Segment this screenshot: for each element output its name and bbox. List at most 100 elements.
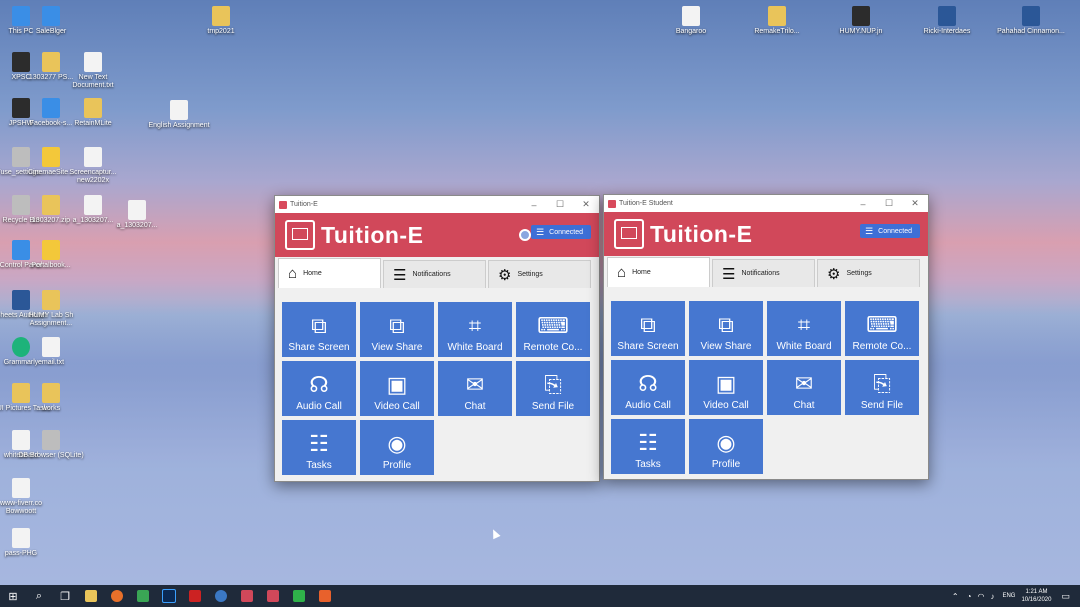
remote-co-button[interactable]: ⌨ Remote Co... xyxy=(845,301,919,356)
desktop-icon-label: English Assignment xyxy=(148,122,210,129)
desktop-icon[interactable]: Ricki-Interdaes xyxy=(912,6,982,36)
firefox-icon[interactable] xyxy=(104,585,130,607)
network-icon[interactable]: ◔ xyxy=(967,592,972,601)
pc-file-icon xyxy=(42,6,60,26)
chat-button[interactable]: ✉ Chat xyxy=(438,361,512,416)
desktop-icon[interactable]: Portalbook... xyxy=(16,240,86,270)
camtasia-icon[interactable] xyxy=(286,585,312,607)
tab-home[interactable]: ⌂ Home xyxy=(607,257,710,287)
folder-file-icon xyxy=(212,6,230,26)
desktop-icon[interactable]: Screencaptur... new2202x xyxy=(58,147,128,185)
audio-call-button[interactable]: ☊ Audio Call xyxy=(282,361,356,416)
send-file-button[interactable]: ⎘ Send File xyxy=(516,361,590,416)
tab-notifications[interactable]: ☰ Notifications xyxy=(383,260,486,288)
maximize-icon[interactable]: ☐ xyxy=(876,198,902,209)
task-view-icon[interactable]: ❐ xyxy=(52,585,78,607)
start-button[interactable]: ⊞ xyxy=(0,585,26,607)
tasks-button[interactable]: ☷ Tasks xyxy=(611,419,685,474)
tab-label: Home xyxy=(303,270,322,277)
white-board-button[interactable]: ⌗ White Board xyxy=(767,301,841,356)
chat-icon: ✉ xyxy=(465,372,485,397)
feature-grid: ⧉ Share Screen ⧉ View Share ⌗ White Board ⌨ Rem… xyxy=(611,301,919,474)
desktop-icon-label: pass-PHG xyxy=(4,550,38,557)
tuition-e-taskbar-icon[interactable] xyxy=(234,585,260,607)
desktop-icon[interactable]: RemakeTrilo... xyxy=(742,6,812,36)
desktop-icon[interactable]: HUMY.NUP.jn xyxy=(826,6,896,36)
connection-status-button[interactable]: ☰ Connected xyxy=(531,225,591,239)
app-launcher-icon[interactable] xyxy=(130,585,156,607)
chat-button[interactable]: ✉ Chat xyxy=(767,360,841,415)
notifications-icon: ☰ xyxy=(393,266,407,284)
recorder-icon[interactable] xyxy=(312,585,338,607)
doc-file-icon xyxy=(12,478,30,498)
maximize-icon[interactable]: ☐ xyxy=(547,199,573,210)
sync-icon[interactable] xyxy=(519,229,531,241)
share-screen-button[interactable]: ⧉ Share Screen xyxy=(611,301,685,356)
connection-status-button[interactable]: ☰ Connected xyxy=(860,224,920,238)
language-indicator[interactable]: ENG xyxy=(1002,593,1015,599)
view-share-button[interactable]: ⧉ View Share xyxy=(360,302,434,357)
desktop-icon[interactable]: pass-PHG xyxy=(0,528,56,558)
tab-settings[interactable]: ⚙ Settings xyxy=(488,260,591,288)
tuition-e-student-taskbar-icon[interactable] xyxy=(260,585,286,607)
desktop-icon[interactable]: works xyxy=(16,383,86,413)
window-title: Tuition-E xyxy=(290,201,318,208)
tab-settings[interactable]: ⚙ Settings xyxy=(817,259,920,287)
desktop-icon[interactable]: tmp2021 xyxy=(186,6,256,36)
chat-icon: ✉ xyxy=(794,371,814,396)
tasks-button[interactable]: ☷ Tasks xyxy=(282,420,356,475)
clock[interactable]: 1:21 AM 10/16/2020 xyxy=(1021,588,1051,604)
video-call-button[interactable]: ▣ Video Call xyxy=(360,361,434,416)
tile-label: View Share xyxy=(371,342,423,353)
notification-center-icon[interactable]: ▭ xyxy=(1061,591,1070,602)
desktop-icon[interactable]: DB Browser (SQLite) xyxy=(16,430,86,460)
doc-file-icon xyxy=(12,528,30,548)
volume-icon[interactable]: ♪ xyxy=(990,592,994,601)
doc-file-icon xyxy=(84,147,102,167)
close-icon[interactable]: ✕ xyxy=(902,198,928,209)
desktop-icon[interactable]: www-fiverr.co Bowwoott xyxy=(0,478,56,516)
window-titlebar[interactable]: Tuition-E Student – ☐ ✕ xyxy=(604,195,928,212)
close-icon[interactable]: ✕ xyxy=(573,199,599,210)
doc-file-icon xyxy=(42,337,60,357)
desktop-icon[interactable]: Pahahad Cinnamon... xyxy=(996,6,1066,36)
view-share-icon: ⧉ xyxy=(718,312,734,337)
minimize-icon[interactable]: – xyxy=(850,199,876,209)
view-share-button[interactable]: ⧉ View Share xyxy=(689,301,763,356)
desktop-icon[interactable]: SaleBlger xyxy=(16,6,86,36)
tab-home[interactable]: ⌂ Home xyxy=(278,258,381,288)
desktop-icon[interactable]: RetainMLite xyxy=(58,98,128,128)
tab-label: Notifications xyxy=(741,270,780,277)
window-titlebar[interactable]: Tuition-E – ☐ ✕ xyxy=(275,196,599,213)
share-screen-button[interactable]: ⧉ Share Screen xyxy=(282,302,356,357)
clock-time: 1:21 AM xyxy=(1025,589,1048,595)
desktop-icon[interactable]: English Assignment xyxy=(144,100,214,130)
browser-icon[interactable] xyxy=(208,585,234,607)
remote-co-button[interactable]: ⌨ Remote Co... xyxy=(516,302,590,357)
desktop-icon[interactable]: email.txt xyxy=(16,337,86,367)
chevron-up-icon[interactable]: ⌃ xyxy=(952,592,959,601)
desktop-icon[interactable]: a_1303207... xyxy=(102,200,172,230)
minimize-icon[interactable]: – xyxy=(521,200,547,210)
tile-label: Tasks xyxy=(635,459,661,470)
wifi-icon[interactable]: ◠ xyxy=(977,592,984,601)
tab-notifications[interactable]: ☰ Notifications xyxy=(712,259,815,287)
profile-button[interactable]: ◉ Profile xyxy=(689,419,763,474)
profile-button[interactable]: ◉ Profile xyxy=(360,420,434,475)
pdf-reader-icon[interactable] xyxy=(182,585,208,607)
photoshop-icon[interactable] xyxy=(156,585,182,607)
desktop-icon[interactable]: Bangaroo xyxy=(656,6,726,36)
desktop-icon[interactable]: New Text Document.txt xyxy=(58,52,128,90)
file-explorer-icon[interactable] xyxy=(78,585,104,607)
gear-icon: ⚙ xyxy=(498,266,512,284)
send-file-button[interactable]: ⎘ Send File xyxy=(845,360,919,415)
search-icon[interactable]: ⌕ xyxy=(26,585,52,607)
white-board-button[interactable]: ⌗ White Board xyxy=(438,302,512,357)
desktop-icon[interactable]: HUMY Lab Sh Assignment... xyxy=(16,290,86,328)
app-icon xyxy=(279,200,287,209)
desktop-icon-label: a_1303207... xyxy=(116,222,158,229)
tile-label: Profile xyxy=(382,460,412,471)
tasks-icon: ☷ xyxy=(638,430,658,455)
audio-call-button[interactable]: ☊ Audio Call xyxy=(611,360,685,415)
video-call-button[interactable]: ▣ Video Call xyxy=(689,360,763,415)
